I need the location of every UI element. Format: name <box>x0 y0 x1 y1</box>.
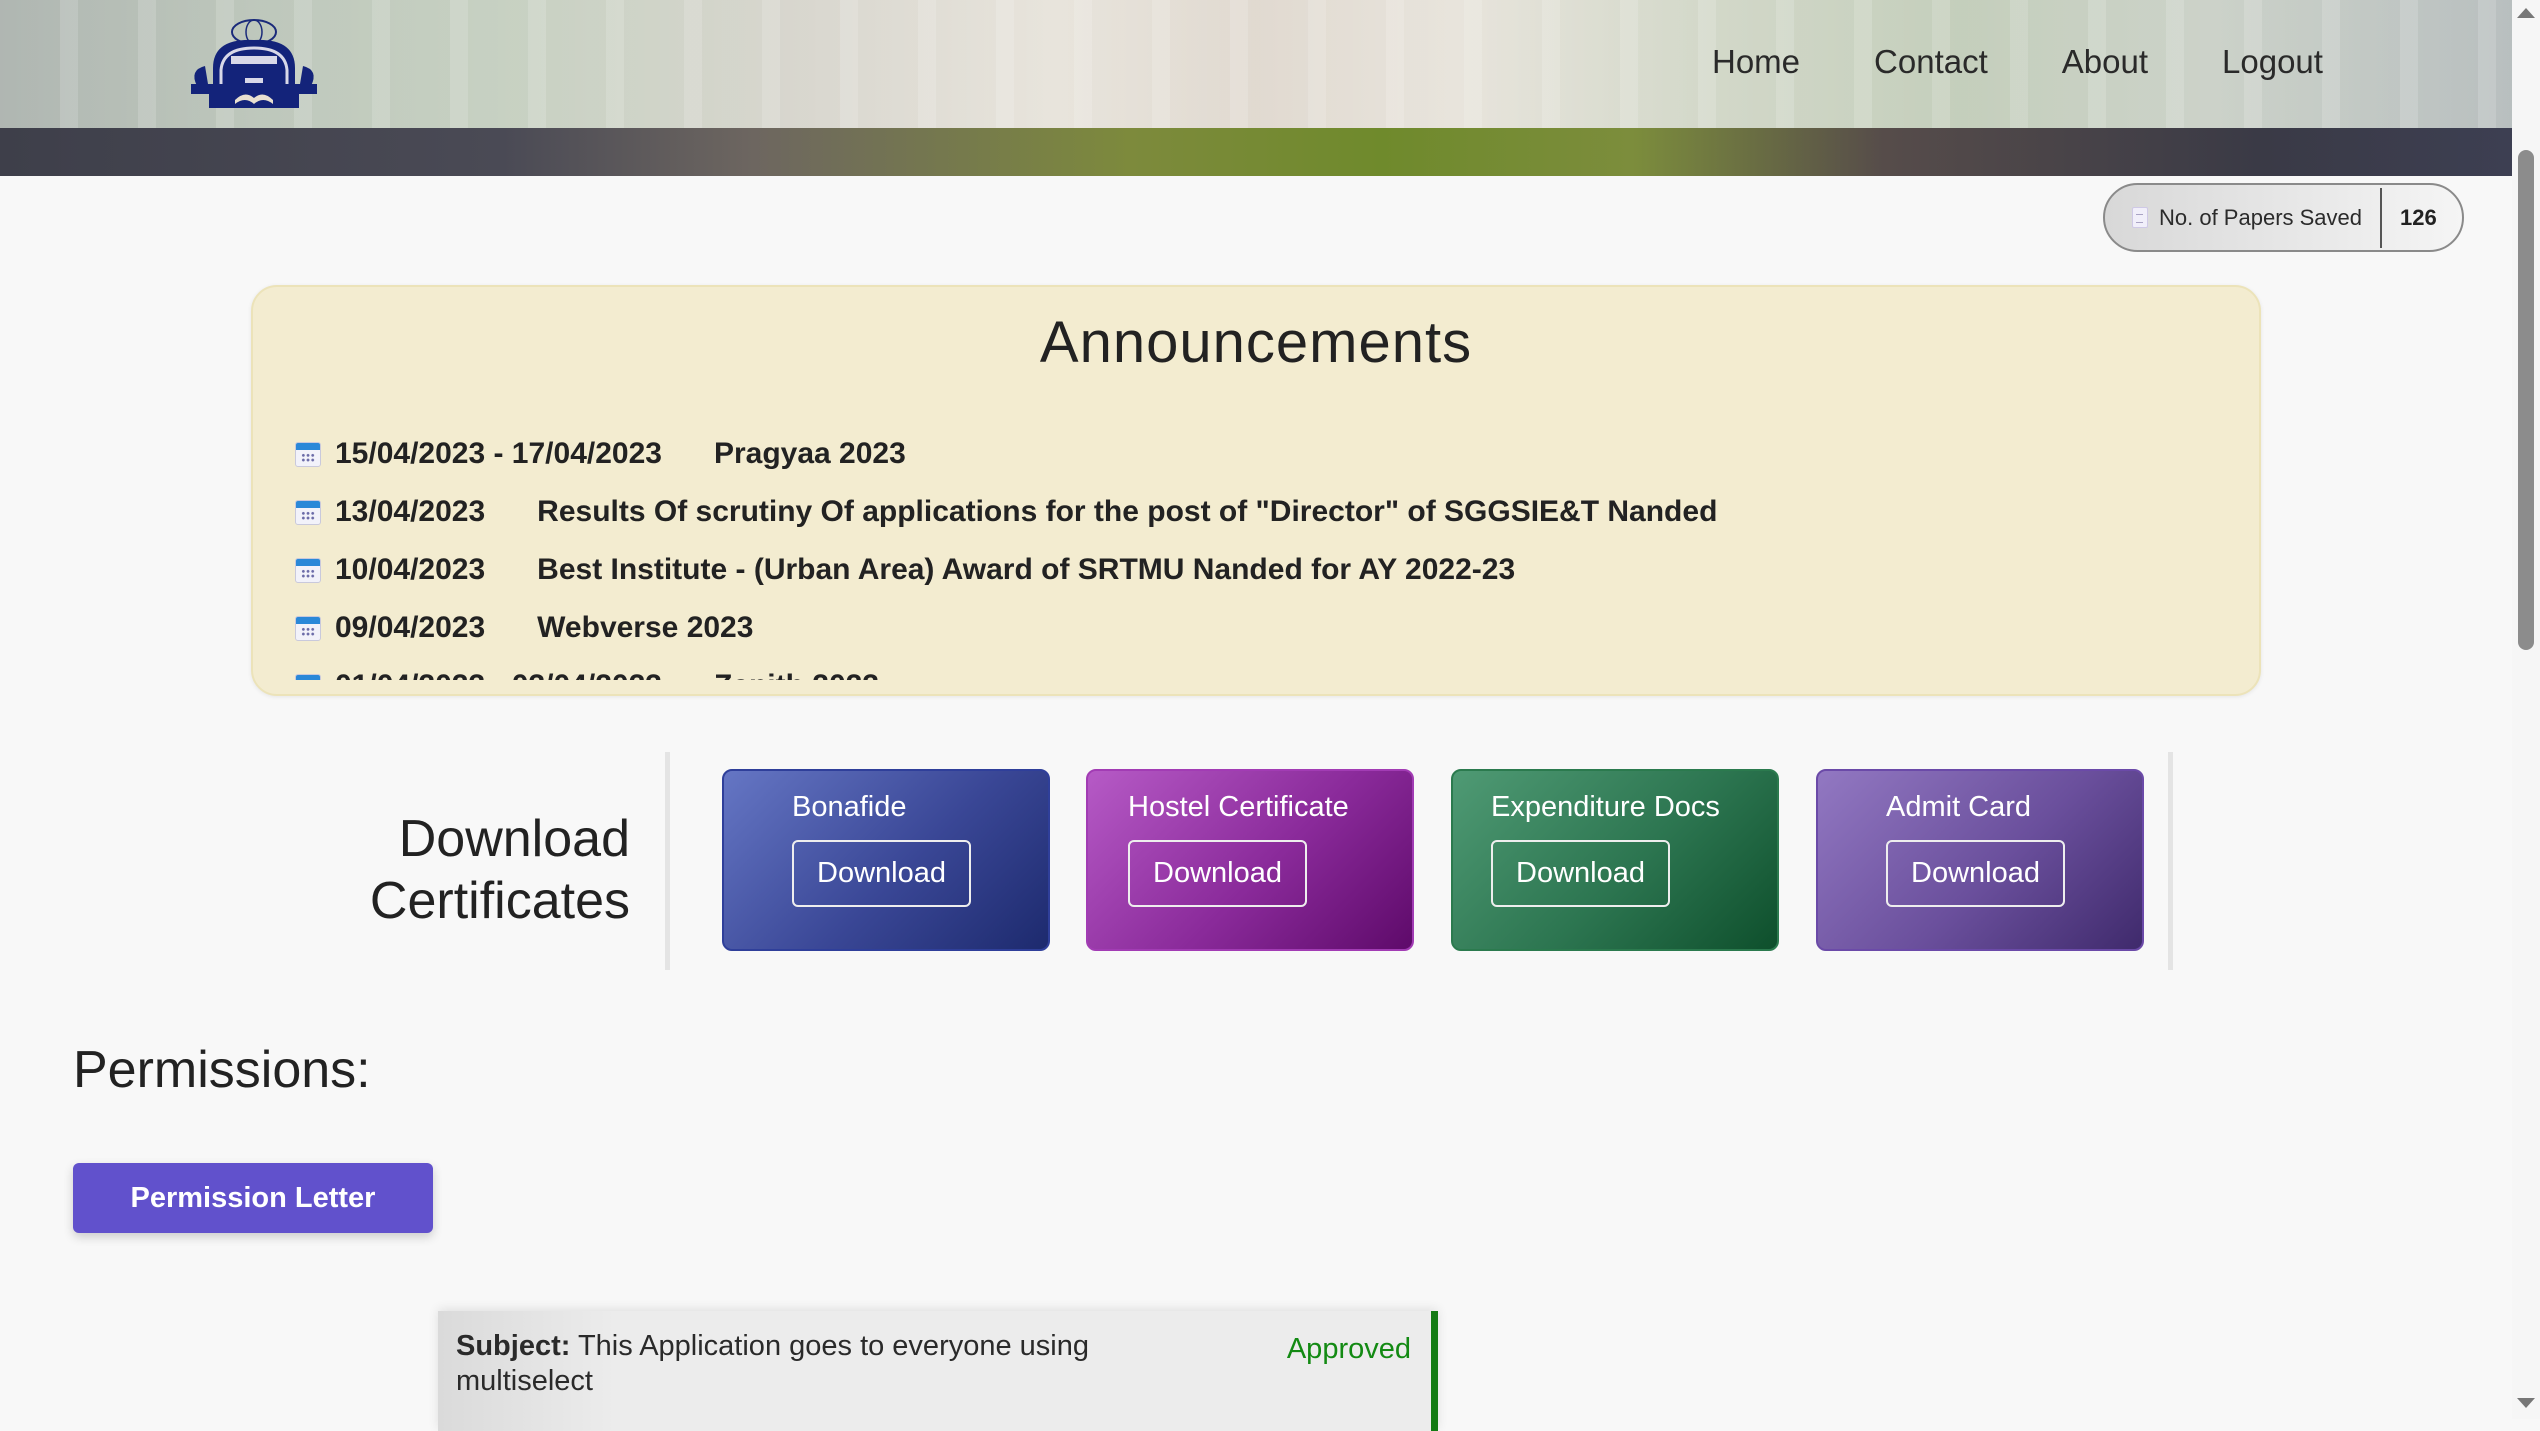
calendar-icon <box>295 499 321 525</box>
nav-contact[interactable]: Contact <box>1874 40 1988 84</box>
nav-logout[interactable]: Logout <box>2222 40 2323 84</box>
badge-divider <box>2380 187 2383 248</box>
site-header: Home Contact About Logout <box>0 0 2512 176</box>
card-title: Hostel Certificate <box>1128 791 1349 823</box>
section-divider-left <box>665 752 670 970</box>
announcement-title[interactable]: Zenith 2023 <box>714 669 879 680</box>
application-card[interactable]: Subject: This Application goes to everyo… <box>438 1311 1438 1431</box>
papers-saved-badge: No. of Papers Saved 126 <box>2103 183 2464 252</box>
download-expenditure-docs-button[interactable]: Download <box>1491 840 1670 907</box>
download-certificates-line1: Download <box>398 810 630 868</box>
application-subject: Subject: This Application goes to everyo… <box>456 1329 1176 1399</box>
download-bonafide-button[interactable]: Download <box>792 840 971 907</box>
nav-about[interactable]: About <box>2062 40 2148 84</box>
download-certificates-heading: Download Certificates <box>300 808 630 932</box>
card-title: Expenditure Docs <box>1491 791 1720 823</box>
download-hostel-certificate-button[interactable]: Download <box>1128 840 1307 907</box>
main-nav: Home Contact About Logout <box>1712 40 2397 84</box>
subject-label: Subject: <box>456 1330 571 1362</box>
calendar-icon <box>295 673 321 680</box>
institute-logo-icon[interactable] <box>183 18 325 108</box>
card-title: Admit Card <box>1886 791 2032 823</box>
calendar-icon <box>295 441 321 467</box>
announcement-item[interactable]: 13/04/2023 Results Of scrutiny Of applic… <box>295 483 2239 541</box>
certificate-card-admit-card: Admit Card Download <box>1816 769 2144 951</box>
document-icon <box>2132 207 2148 228</box>
download-certificates-line2: Certificates <box>369 872 630 930</box>
certificate-card-hostel: Hostel Certificate Download <box>1086 769 1414 951</box>
certificate-card-bonafide: Bonafide Download <box>722 769 1050 951</box>
scroll-up-arrow-icon[interactable] <box>2517 8 2535 18</box>
announcement-date: 13/04/2023 <box>335 495 486 528</box>
nav-home[interactable]: Home <box>1712 40 1800 84</box>
announcements-title: Announcements <box>1039 310 1473 375</box>
calendar-icon <box>295 615 321 641</box>
section-divider-right <box>2168 752 2173 970</box>
header-background-ground <box>0 128 2512 176</box>
announcement-title[interactable]: Webverse 2023 <box>537 611 753 645</box>
certificate-card-expenditure: Expenditure Docs Download <box>1451 769 1779 951</box>
announcements-list[interactable]: 15/04/2023 - 17/04/2023 Pragyaa 2023 13/… <box>295 425 2239 680</box>
announcement-title[interactable]: Results Of scrutiny Of applications for … <box>537 495 1717 529</box>
announcement-item[interactable]: 09/04/2023 Webverse 2023 <box>295 599 2239 657</box>
announcement-item[interactable]: 15/04/2023 - 17/04/2023 Pragyaa 2023 <box>295 425 2239 483</box>
announcement-item[interactable]: 01/04/2023 - 03/04/2023 Zenith 2023 <box>295 657 2239 680</box>
announcement-date: 09/04/2023 <box>335 611 486 644</box>
scroll-down-arrow-icon[interactable] <box>2517 1398 2535 1408</box>
download-admit-card-button[interactable]: Download <box>1886 840 2065 907</box>
announcement-date: 10/04/2023 <box>335 553 486 586</box>
calendar-icon <box>295 557 321 583</box>
card-title: Bonafide <box>792 791 907 823</box>
announcement-title[interactable]: Pragyaa 2023 <box>714 437 906 471</box>
permissions-heading: Permissions: <box>73 1041 371 1099</box>
announcements-panel: Announcements 15/04/2023 - 17/04/2023 Pr… <box>251 285 2261 696</box>
announcement-title[interactable]: Best Institute - (Urban Area) Award of S… <box>537 553 1515 587</box>
permission-letter-button[interactable]: Permission Letter <box>73 1163 433 1233</box>
papers-saved-label: No. of Papers Saved <box>2159 204 2363 230</box>
announcement-date: 15/04/2023 - 17/04/2023 <box>335 437 662 470</box>
announcement-item[interactable]: 10/04/2023 Best Institute - (Urban Area)… <box>295 541 2239 599</box>
status-badge: Approved <box>1286 1333 1411 1365</box>
scrollbar-thumb[interactable] <box>2518 150 2534 650</box>
papers-saved-count: 126 <box>2400 204 2437 230</box>
announcement-date: 01/04/2023 - 03/04/2023 <box>335 669 662 680</box>
